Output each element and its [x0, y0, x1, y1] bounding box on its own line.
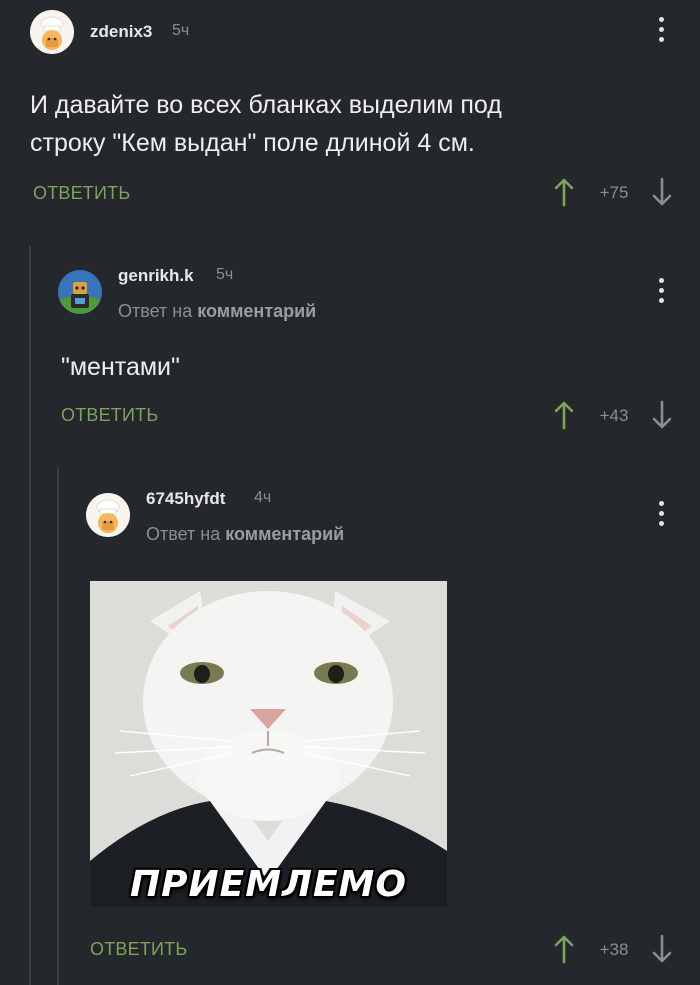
reply-button[interactable]: ОТВЕТИТЬ: [61, 405, 158, 426]
reply-to-label: Ответ на комментарий: [118, 301, 316, 322]
avatar[interactable]: [30, 10, 74, 54]
rating: +75: [599, 183, 629, 202]
comment-text: И давайте во всех бланках выделим под ст…: [30, 86, 502, 162]
avatar[interactable]: [86, 493, 130, 537]
cat-in-suit-illustration: [90, 581, 447, 907]
vote-controls: +43: [553, 400, 673, 434]
robot-avatar-icon: [58, 270, 102, 314]
meme-caption: ПРИЕМЛЕМО: [130, 864, 407, 905]
vote-controls: +38: [553, 934, 673, 968]
reply-to-label: Ответ на комментарий: [146, 524, 344, 545]
timestamp: 5ч: [216, 266, 234, 283]
arrow-down-icon[interactable]: [651, 400, 673, 430]
reply-to-link[interactable]: комментарий: [225, 524, 344, 544]
rating: +43: [599, 406, 629, 425]
kebab-icon[interactable]: [659, 278, 665, 306]
vote-controls: +75: [553, 177, 673, 211]
cat-meme-image[interactable]: ПРИЕМЛЕМО: [90, 581, 447, 907]
arrow-up-icon[interactable]: [553, 400, 575, 430]
chef-avatar-icon: [30, 10, 74, 54]
avatar[interactable]: [58, 270, 102, 314]
chef-avatar-icon: [86, 493, 130, 537]
arrow-down-icon[interactable]: [651, 177, 673, 207]
timestamp: 5ч: [172, 22, 190, 39]
arrow-up-icon[interactable]: [553, 177, 575, 207]
rating: +38: [599, 940, 629, 959]
timestamp: 4ч: [254, 489, 272, 506]
kebab-icon[interactable]: [659, 17, 665, 45]
reply-to-link[interactable]: комментарий: [197, 301, 316, 321]
kebab-icon[interactable]: [659, 501, 665, 529]
username[interactable]: 6745hyfdt: [146, 489, 225, 509]
comment-text: "ментами": [61, 353, 180, 381]
arrow-up-icon[interactable]: [553, 934, 575, 964]
reply-button[interactable]: ОТВЕТИТЬ: [33, 183, 130, 204]
reply-to-prefix: Ответ на: [118, 301, 193, 321]
comment-text-line: строку "Кем выдан" поле длиной 4 см.: [30, 129, 475, 157]
reply-to-prefix: Ответ на: [146, 524, 221, 544]
username[interactable]: zdenix3: [90, 22, 152, 42]
reply-button[interactable]: ОТВЕТИТЬ: [90, 939, 187, 960]
thread-line[interactable]: [57, 468, 59, 985]
arrow-down-icon[interactable]: [651, 934, 673, 964]
username[interactable]: genrikh.k: [118, 266, 194, 286]
comment-text-line: И давайте во всех бланках выделим под: [30, 91, 502, 119]
thread-line[interactable]: [29, 246, 31, 985]
